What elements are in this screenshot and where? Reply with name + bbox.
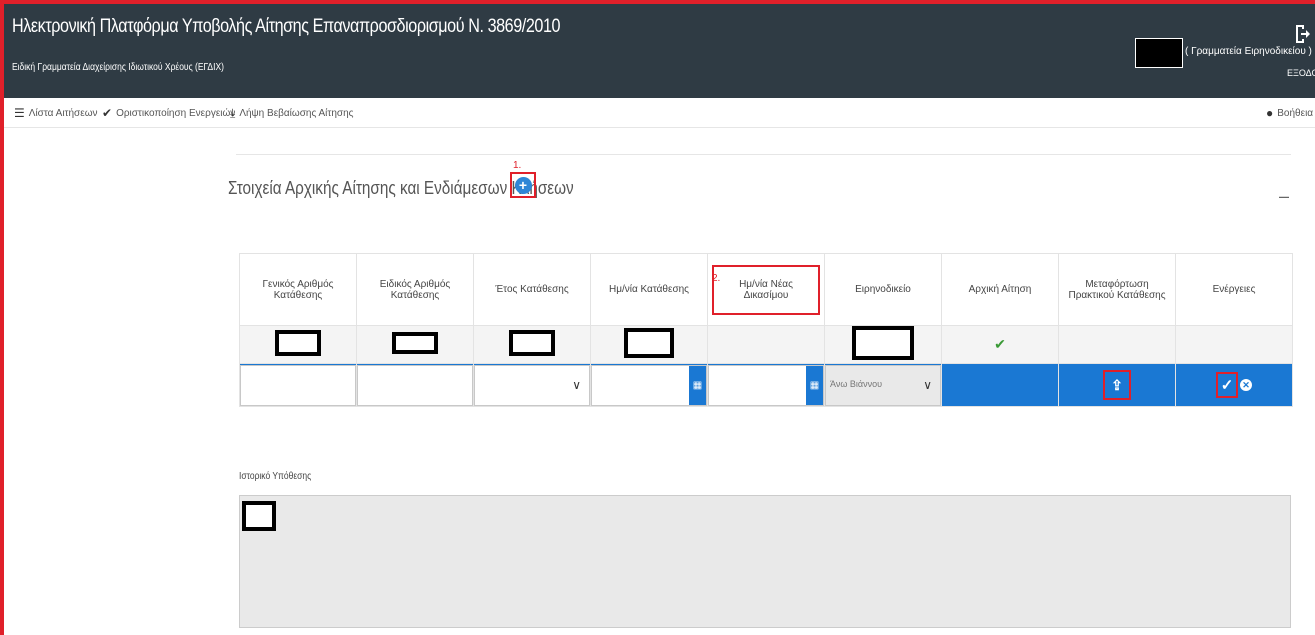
calendar-icon[interactable]: ▦ [806, 365, 823, 405]
redacted-value [275, 330, 321, 356]
cell-court-select: Άνω Βιάννου ∨ [824, 363, 942, 407]
cell-filing-date-input: ▦ [590, 363, 708, 407]
cell-new-hearing-date-input: ▦ [707, 363, 825, 407]
nav-label: Βοήθεια [1277, 107, 1314, 119]
cell-special-number-input [356, 363, 474, 407]
divider [236, 154, 1291, 155]
main-content: Στοιχεία Αρχικής Αίτησης και Ενδιάμεσων … [228, 128, 1308, 635]
col-actions: Ενέργειες [1175, 253, 1293, 326]
cancel-row-button[interactable]: ✕ [1240, 379, 1252, 391]
col-initial-application: Αρχική Αίτηση [941, 253, 1059, 326]
upload-minutes-button[interactable]: ⇪ [1103, 370, 1131, 400]
save-row-button[interactable]: ✓ [1216, 372, 1238, 398]
check-icon: ✓ [1220, 377, 1234, 394]
check-icon: ✔ [994, 336, 1006, 352]
nav-item-finalize-actions[interactable]: ✔ Οριστικοποίηση Ενεργειών [102, 106, 235, 120]
plus-circle-icon: + [514, 176, 532, 194]
redacted-username [1135, 38, 1183, 68]
logout-button[interactable] [1290, 24, 1314, 47]
special-number-input[interactable] [357, 364, 473, 406]
cell-actions [1175, 325, 1293, 364]
nav-label: Οριστικοποίηση Ενεργειών [116, 107, 236, 119]
cell-general-number-input [239, 363, 357, 407]
redacted-value [852, 326, 914, 360]
year-select[interactable]: ∨ [474, 364, 590, 406]
user-role: ( Γραμματεία Ειρηνοδικείου ) [1185, 46, 1312, 57]
annotation-1: 1. [513, 160, 522, 171]
nav-item-applications-list[interactable]: ☰ Λίστα Αιτήσεων [14, 106, 98, 120]
col-upload-minutes: Μεταφόρτωση Πρακτικού Κατάθεσης [1058, 253, 1176, 326]
cell-general-number [239, 325, 357, 364]
cell-initial-application: ✔ [941, 325, 1059, 364]
list-icon: ☰ [14, 106, 25, 120]
check-icon: ✔ [102, 106, 113, 120]
logout-label[interactable]: ΕΞΟΔΟΣ [1287, 68, 1315, 78]
nav-item-download-certificate[interactable]: ⤓ Λήψη Βεβαίωσης Αίτησης [230, 106, 353, 121]
upload-icon: ⇪ [1111, 376, 1123, 393]
cell-filing-date [590, 325, 708, 364]
table-row: ✔ [239, 325, 1293, 364]
calendar-icon[interactable]: ▦ [689, 365, 706, 405]
cell-upload-edit: ⇪ [1058, 363, 1176, 407]
app-header: Ηλεκτρονική Πλατφόρμα Υποβολής Αίτησης Ε… [4, 4, 1315, 98]
app-title: Ηλεκτρονική Πλατφόρμα Υποβολής Αίτησης Ε… [12, 16, 561, 37]
top-navbar: ☰ Λίστα Αιτήσεων ✔ Οριστικοποίηση Ενεργε… [4, 98, 1315, 128]
cell-year [473, 325, 591, 364]
cell-upload [1058, 325, 1176, 364]
info-circle-icon: ● [1266, 106, 1274, 120]
redacted-value [392, 332, 438, 354]
court-select[interactable]: Άνω Βιάννου ∨ [825, 364, 941, 406]
redacted-value [509, 330, 555, 356]
cell-actions-edit: ✓ ✕ [1175, 363, 1293, 407]
redacted-value [624, 328, 674, 358]
nav-label: Λίστα Αιτήσεων [28, 107, 98, 119]
new-hearing-date-label: Ημ/νία Νέας Δικασίμου [712, 264, 820, 315]
col-court: Ειρηνοδικείο [824, 253, 942, 326]
cell-initial-application-edit [941, 363, 1059, 407]
history-textarea[interactable] [239, 495, 1291, 628]
calls-table: Γενικός Αριθμός Κατάθεσης Ειδικός Αριθμό… [239, 253, 1293, 407]
redacted-value [242, 501, 276, 531]
sign-out-icon [1296, 25, 1310, 43]
col-filing-date: Ημ/νία Κατάθεσης [590, 253, 708, 326]
download-icon: ⤓ [230, 106, 236, 120]
col-year: Έτος Κατάθεσης [473, 253, 591, 326]
table-header-row: Γενικός Αριθμός Κατάθεσης Ειδικός Αριθμό… [239, 253, 1293, 326]
add-call-button[interactable]: + [510, 172, 536, 198]
row-actions: ✓ ✕ [1216, 372, 1252, 398]
col-general-number: Γενικός Αριθμός Κατάθεσης [239, 253, 357, 326]
collapse-section-button[interactable]: – [1279, 186, 1289, 207]
chevron-down-icon: ∨ [923, 377, 932, 392]
filing-date-input[interactable]: ▦ [591, 364, 707, 406]
cell-new-hearing-date [707, 325, 825, 364]
new-hearing-date-input[interactable]: ▦ [708, 364, 824, 406]
court-select-value: Άνω Βιάννου [830, 378, 883, 389]
cell-court [824, 325, 942, 364]
chevron-down-icon: ∨ [572, 377, 581, 392]
col-special-number: Ειδικός Αριθμός Κατάθεσης [356, 253, 474, 326]
edit-row: ∨ ▦ ▦ Άνω Βιάννου ∨ ⇪ ✓ ✕ [239, 363, 1293, 407]
nav-item-help[interactable]: ● Βοήθεια [1266, 106, 1313, 120]
history-label: Ιστορικό Υπόθεσης [239, 471, 312, 482]
col-new-hearing-date: Ημ/νία Νέας Δικασίμου [707, 253, 825, 326]
cell-year-select: ∨ [473, 363, 591, 407]
cell-special-number [356, 325, 474, 364]
general-number-input[interactable] [240, 364, 356, 406]
app-subtitle: Ειδική Γραμματεία Διαχείρισης Ιδιωτικού … [12, 62, 224, 73]
nav-label: Λήψη Βεβαίωσης Αίτησης [239, 108, 354, 119]
